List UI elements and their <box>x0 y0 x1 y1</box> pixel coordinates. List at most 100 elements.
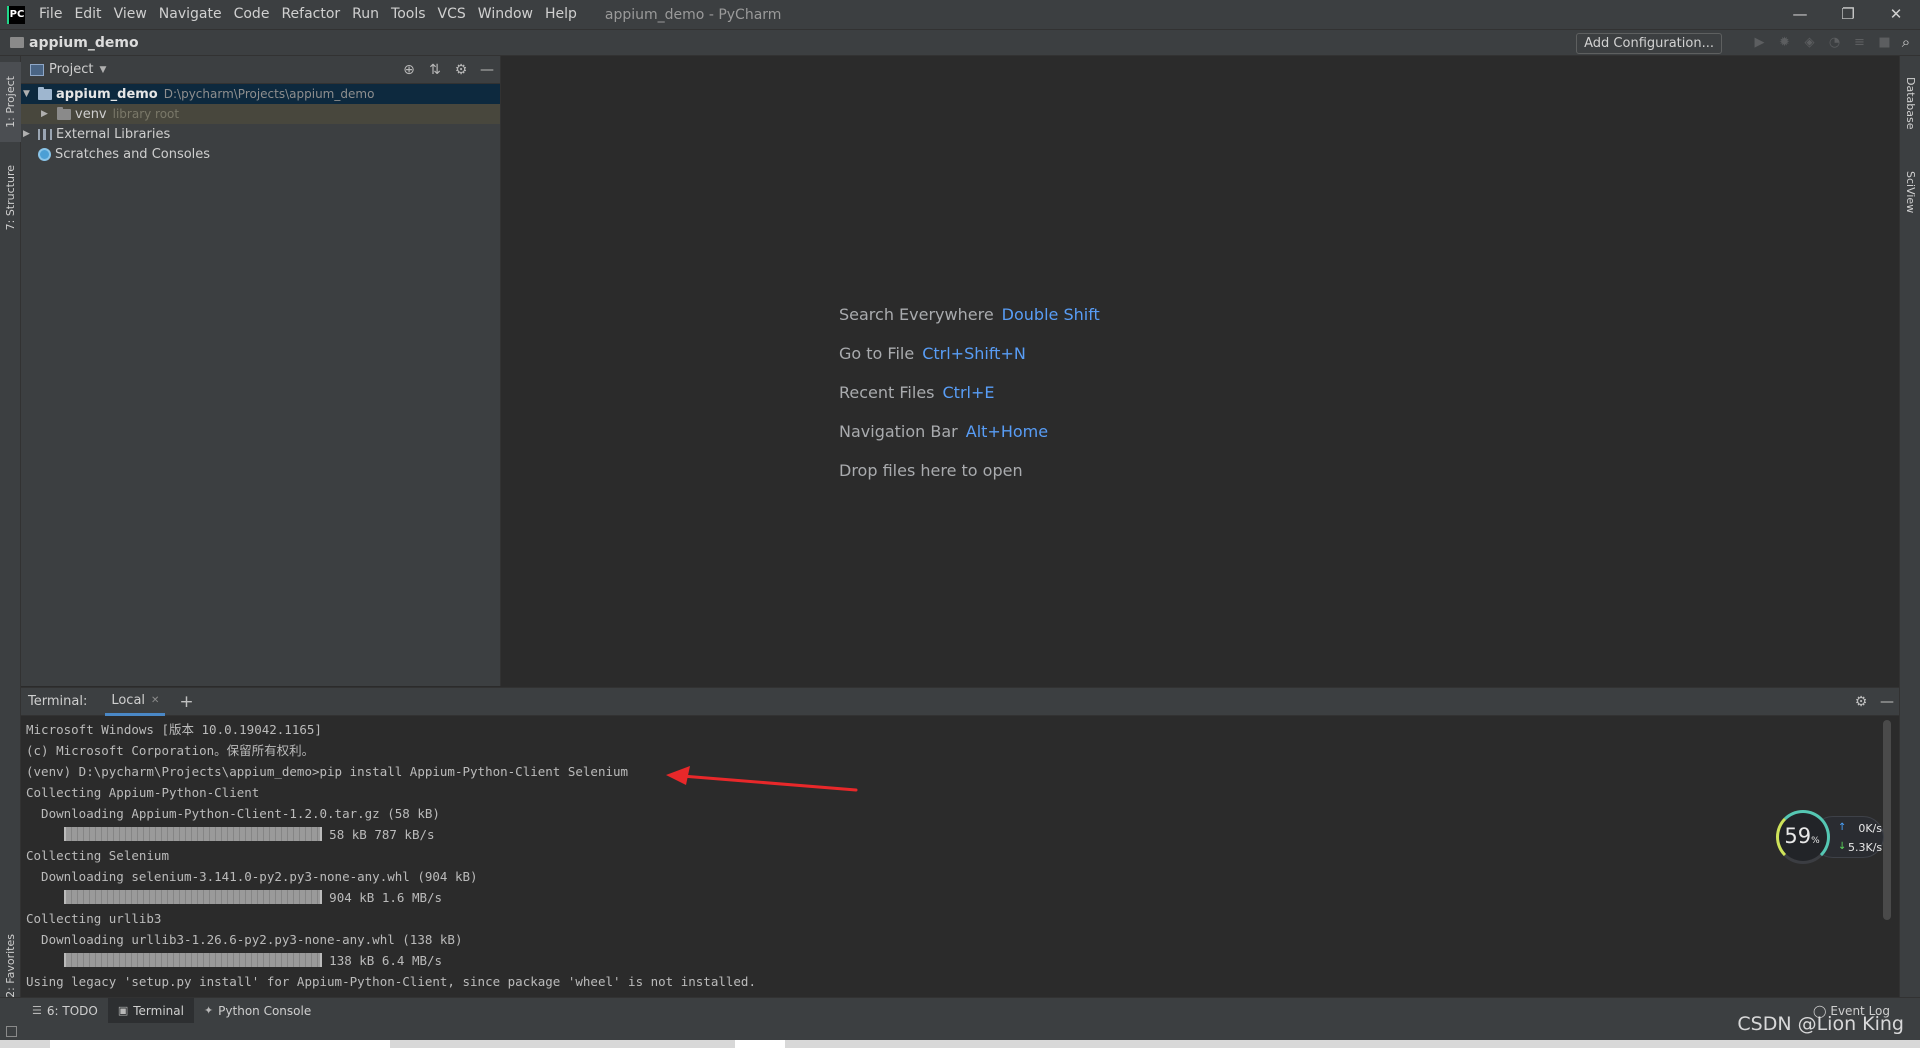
window-title: appium_demo - PyCharm <box>604 6 782 23</box>
tool-tab-sciview-label: SciView <box>1904 170 1917 214</box>
hint-label: Drop files here to open <box>839 461 1023 480</box>
progress-line: 904 kB 1.6 MB/s <box>26 887 1886 908</box>
tool-tab-database-label: Database <box>1904 76 1917 130</box>
tab-local[interactable]: Local ✕ <box>105 688 166 716</box>
menu-file[interactable]: File <box>33 0 68 29</box>
upload-arrow-icon: ↑ <box>1838 822 1847 833</box>
run-with-coverage-icon[interactable]: ◈ <box>1802 34 1817 51</box>
menu-run[interactable]: Run <box>346 0 385 29</box>
minimize-button[interactable]: — <box>1776 0 1824 29</box>
hint-go-to-file: Go to File Ctrl+Shift+N <box>839 344 1026 363</box>
project-tree: ▼ appium_demo D:\pycharm\Projects\appium… <box>21 84 500 164</box>
tool-tab-sciview[interactable]: SciView <box>1900 152 1920 232</box>
tree-item-scratches[interactable]: Scratches and Consoles <box>21 144 500 164</box>
menu-help[interactable]: Help <box>539 0 583 29</box>
menu-window[interactable]: Window <box>472 0 539 29</box>
menu-code[interactable]: Code <box>228 0 276 29</box>
tree-item-venv[interactable]: ▶ venv library root <box>21 104 500 124</box>
search-icon[interactable]: ⌕ <box>1898 34 1914 51</box>
menu-navigate[interactable]: Navigate <box>153 0 228 29</box>
chevron-down-icon[interactable]: ▼ <box>99 65 106 75</box>
terminal-line: Using legacy 'setup.py install' for Appi… <box>26 974 756 989</box>
terminal-line: Collecting Appium-Python-Client <box>26 785 260 800</box>
tool-tab-python-console[interactable]: ✦ Python Console <box>194 998 321 1024</box>
tool-tab-structure[interactable]: 7: Structure <box>0 150 21 246</box>
tool-tab-terminal[interactable]: ▣ Terminal <box>107 997 194 1024</box>
menu-edit[interactable]: Edit <box>68 0 107 29</box>
collapsed-arrow-icon[interactable]: ▶ <box>41 109 48 119</box>
terminal-icon: ▣ <box>117 1004 129 1017</box>
menu-tools[interactable]: Tools <box>385 0 432 29</box>
add-configuration-button[interactable]: Add Configuration... <box>1576 33 1722 54</box>
concurrency-icon[interactable]: ≡ <box>1852 34 1867 51</box>
tool-tab-todo-label: 6: TODO <box>46 1003 98 1018</box>
hint-navigation-bar: Navigation Bar Alt+Home <box>839 422 1048 441</box>
terminal-output[interactable]: Microsoft Windows [版本 10.0.19042.1165] (… <box>26 719 1886 992</box>
project-view-selector[interactable]: Project <box>49 62 93 77</box>
download-arrow-icon: ↓ <box>1838 841 1847 852</box>
layout-toggle-icon[interactable] <box>6 1026 17 1037</box>
hide-icon[interactable]: — <box>474 62 500 78</box>
terminal-title: Terminal: <box>28 694 88 709</box>
tool-tab-structure-label: 7: Structure <box>4 165 17 231</box>
hint-label: Recent Files <box>839 383 935 402</box>
profile-icon[interactable]: ◔ <box>1827 34 1842 51</box>
taskbar-item[interactable] <box>735 1040 785 1048</box>
right-tool-strip: Database SciView <box>1899 56 1920 1023</box>
folder-icon <box>10 37 24 48</box>
restore-button[interactable]: ❐ <box>1824 0 1872 29</box>
taskbar-item[interactable] <box>50 1040 390 1048</box>
tool-tab-project[interactable]: 1: Project <box>0 62 21 142</box>
tree-item-appium-demo[interactable]: ▼ appium_demo D:\pycharm\Projects\appium… <box>21 84 500 104</box>
folder-icon <box>57 106 71 120</box>
tool-tab-project-label: 1: Project <box>4 76 17 128</box>
hint-recent-files: Recent Files Ctrl+E <box>839 383 994 402</box>
tree-item-label: venv <box>75 106 107 122</box>
hint-shortcut: Alt+Home <box>965 422 1049 441</box>
upload-speed: 0K/s <box>1858 822 1882 835</box>
stop-icon[interactable]: ■ <box>1877 34 1892 51</box>
tool-tab-todo[interactable]: ☰ 6: TODO <box>22 998 108 1024</box>
hint-shortcut: Ctrl+E <box>942 383 995 402</box>
debug-icon[interactable]: ✹ <box>1777 34 1792 51</box>
hint-search-everywhere: Search Everywhere Double Shift <box>839 305 1100 324</box>
tool-tab-python-console-label: Python Console <box>218 1003 312 1018</box>
editor-empty-state: Search Everywhere Double Shift Go to File… <box>502 56 1899 686</box>
network-monitor-widget[interactable]: 59% ↑ ↓ 0K/s 5.3K/s <box>1776 810 1896 864</box>
breadcrumb-project[interactable]: appium_demo <box>29 35 139 51</box>
terminal-header: Terminal: Local ✕ + ⚙ — <box>21 688 1899 716</box>
title-bar: PC File Edit View Navigate Code Refactor… <box>0 0 1920 29</box>
cpu-usage: 59% <box>1780 824 1824 848</box>
hint-label: Navigation Bar <box>839 422 958 441</box>
expanded-arrow-icon[interactable]: ▼ <box>23 89 30 99</box>
tree-item-hint: library root <box>112 107 180 121</box>
terminal-line: Downloading selenium-3.141.0-py2.py3-non… <box>26 869 478 884</box>
menu-vcs[interactable]: VCS <box>432 0 472 29</box>
collapse-all-icon[interactable]: ⇅ <box>422 62 448 78</box>
tool-tab-database[interactable]: Database <box>1900 62 1920 144</box>
tree-item-external-libraries[interactable]: ▶ External Libraries <box>21 124 500 144</box>
new-session-icon[interactable]: + <box>179 692 193 712</box>
menu-view[interactable]: View <box>108 0 153 29</box>
gear-icon[interactable]: ⚙ <box>448 62 474 78</box>
tree-item-label: Scratches and Consoles <box>55 146 211 162</box>
download-progress-bar <box>63 890 322 904</box>
download-speed: 5.3K/s <box>1848 841 1883 854</box>
terminal-line: (c) Microsoft Corporation。保留所有权利。 <box>26 743 315 758</box>
hint-drop-files: Drop files here to open <box>839 461 1023 480</box>
project-panel: Project ▼ ⊕ ⇅ ⚙ — ▼ appium_demo D:\pycha… <box>21 56 501 686</box>
run-icon[interactable]: ▶ <box>1752 34 1767 51</box>
menu-refactor[interactable]: Refactor <box>275 0 346 29</box>
close-window-button[interactable]: ✕ <box>1872 0 1920 29</box>
scratches-icon <box>38 147 51 161</box>
pycharm-logo-icon: PC <box>7 5 25 24</box>
hide-icon[interactable]: — <box>1879 694 1895 710</box>
terminal-line: Downloading urllib3-1.26.6-py2.py3-none-… <box>26 932 463 947</box>
locate-icon[interactable]: ⊕ <box>396 62 422 78</box>
hint-label: Search Everywhere <box>839 305 994 324</box>
gear-icon[interactable]: ⚙ <box>1853 694 1869 710</box>
cpu-usage-value: 59 <box>1784 824 1812 848</box>
close-icon[interactable]: ✕ <box>151 695 159 706</box>
library-icon <box>38 128 52 140</box>
collapsed-arrow-icon[interactable]: ▶ <box>23 129 30 139</box>
